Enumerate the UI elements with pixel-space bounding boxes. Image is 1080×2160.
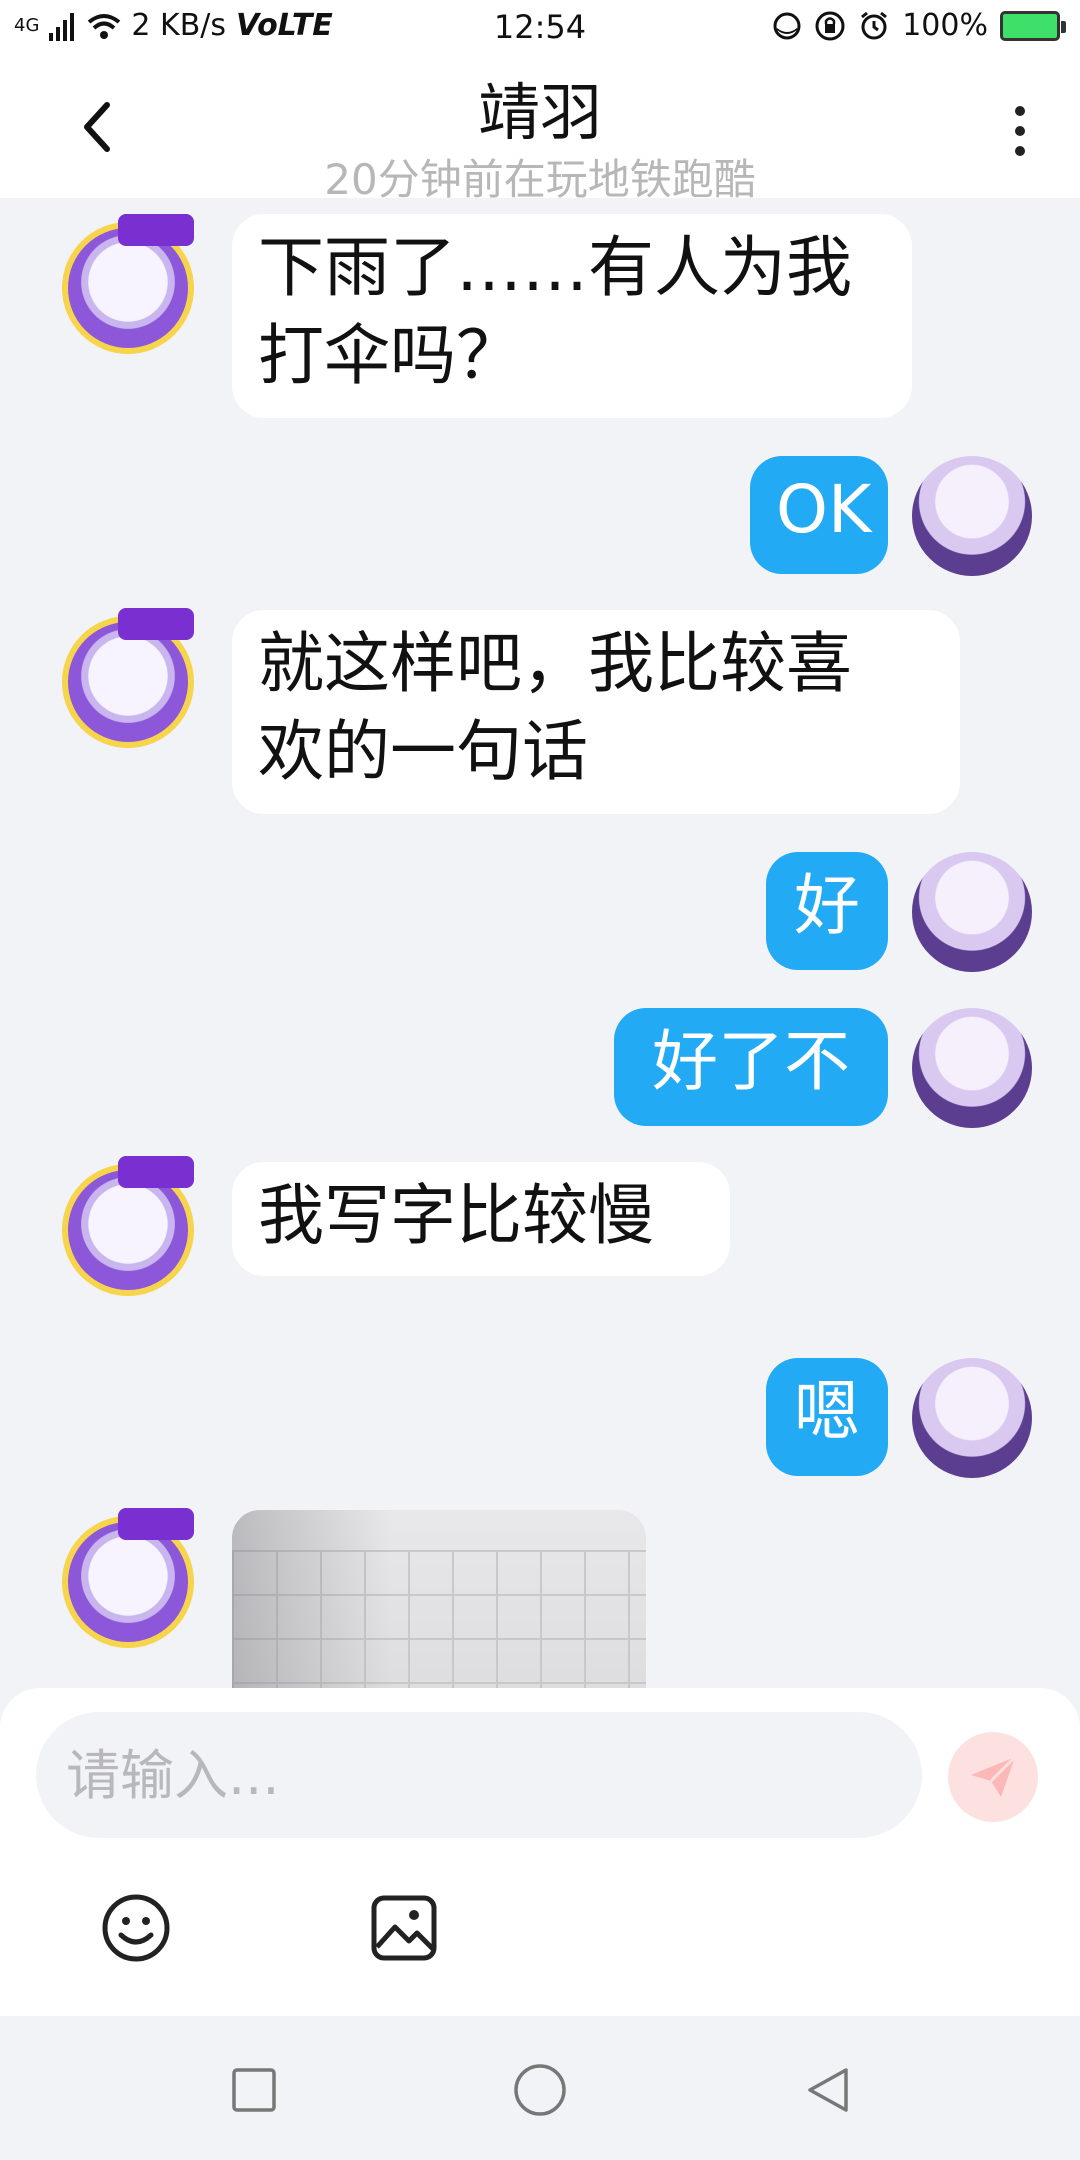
status-right: 100% [772, 8, 1066, 43]
message-text-line: 下雨了……有人为我 [258, 229, 852, 306]
my-avatar[interactable] [912, 456, 1032, 576]
message-list[interactable]: 下雨了……有人为我 打伞吗？ OK 就这样吧，我比较喜 欢的一句话 好 好了不 … [0, 198, 1080, 1688]
rotation-lock-icon [815, 11, 845, 40]
triangle-back-icon [808, 2068, 848, 2112]
message-text: 嗯 [794, 1373, 860, 1450]
message-text: 好 [794, 867, 860, 944]
back-nav-button[interactable] [796, 2058, 860, 2122]
composer [0, 1688, 1080, 2016]
message-text-line: 打伞吗？ [258, 317, 522, 394]
status-bar: 4G 2 KB/s VoLTE 12:54 100% [0, 0, 1080, 56]
square-icon [232, 2068, 276, 2112]
message-text-line: 欢的一句话 [258, 713, 588, 790]
my-avatar[interactable] [912, 1358, 1032, 1478]
contact-avatar[interactable] [62, 214, 194, 354]
message-bubble-outgoing[interactable]: 好 [766, 852, 888, 970]
image-message[interactable] [232, 1510, 646, 1688]
message-bubble-outgoing[interactable]: OK [750, 456, 888, 574]
message-bubble-incoming[interactable]: 就这样吧，我比较喜 欢的一句话 [232, 610, 960, 814]
chat-screen: 4G 2 KB/s VoLTE 12:54 100% 靖羽 20分钟前在玩地铁跑… [0, 0, 1080, 2160]
message-text: 好了不 [652, 1023, 850, 1100]
emoji-button[interactable] [100, 1892, 172, 1964]
battery-icon [1000, 10, 1066, 41]
send-button[interactable] [948, 1732, 1038, 1822]
more-vertical-icon [1015, 106, 1025, 156]
system-nav-bar [0, 2016, 1080, 2160]
recent-apps-button[interactable] [222, 2058, 286, 2122]
message-bubble-incoming[interactable]: 下雨了……有人为我 打伞吗？ [232, 214, 912, 418]
send-icon [971, 1755, 1017, 1797]
message-bubble-incoming[interactable]: 我写字比较慢 [232, 1162, 730, 1276]
message-text: OK [776, 471, 872, 548]
emoji-icon [102, 1894, 170, 1962]
message-text: 我写字比较慢 [258, 1177, 654, 1254]
battery-percent: 100% [902, 8, 988, 43]
chat-header: 靖羽 20分钟前在玩地铁跑酷 [0, 56, 1080, 204]
data-saver-icon [773, 12, 801, 39]
message-bubble-outgoing[interactable]: 嗯 [766, 1358, 888, 1476]
my-avatar[interactable] [912, 1008, 1032, 1128]
contact-avatar[interactable] [62, 1508, 194, 1648]
message-bubble-outgoing[interactable]: 好了不 [614, 1008, 888, 1126]
contact-name: 靖羽 [477, 76, 602, 149]
contact-avatar[interactable] [62, 1156, 194, 1296]
image-picker-button[interactable] [368, 1892, 440, 1964]
my-avatar[interactable] [912, 852, 1032, 972]
more-options-button[interactable] [1000, 96, 1040, 166]
message-input[interactable] [36, 1712, 922, 1838]
image-icon [371, 1895, 437, 1961]
circle-icon [514, 2064, 566, 2116]
message-text-line: 就这样吧，我比较喜 [258, 625, 852, 702]
home-button[interactable] [508, 2058, 572, 2122]
alarm-icon [861, 11, 888, 39]
contact-avatar[interactable] [62, 608, 194, 748]
